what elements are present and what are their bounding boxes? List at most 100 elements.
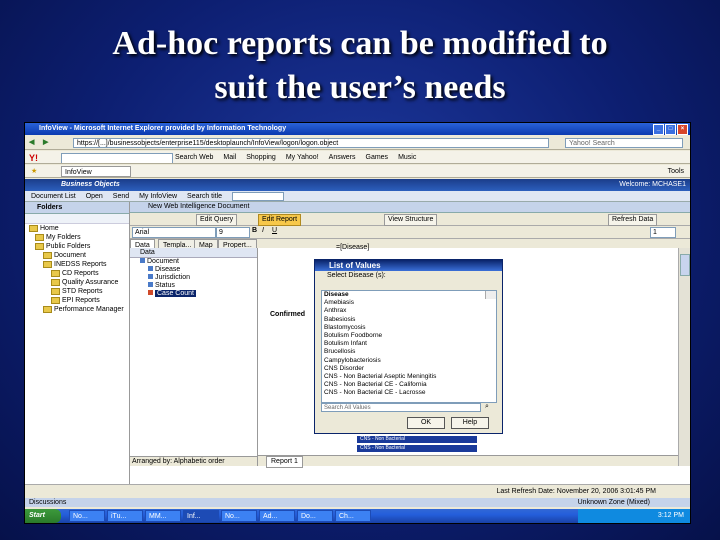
- slide-title-line2: suit the user’s needs: [214, 69, 506, 106]
- list-item[interactable]: Brucellosis: [322, 348, 496, 356]
- close-icon[interactable]: ×: [677, 124, 688, 135]
- yahoo-toolbar-search[interactable]: [61, 153, 173, 163]
- tree-label: STD Reports: [62, 288, 103, 295]
- font-select[interactable]: Arial: [132, 227, 216, 238]
- ok-button[interactable]: OK: [407, 417, 445, 429]
- title-search-input[interactable]: [232, 191, 285, 201]
- list-item[interactable]: CNS Disorder: [322, 365, 496, 373]
- underline-icon[interactable]: U: [272, 227, 277, 234]
- report-scrollbar[interactable]: [678, 248, 690, 466]
- tree-label: My Folders: [46, 234, 81, 241]
- favorites-star-icon[interactable]: ★: [31, 165, 37, 177]
- tree-item-document[interactable]: Document: [25, 251, 129, 260]
- list-item[interactable]: CNS - Non Bacterial Aseptic Meningitis: [322, 373, 496, 381]
- data-item-document[interactable]: Document: [130, 258, 257, 266]
- webi-header: New Web Intelligence Document: [130, 202, 690, 213]
- tree-item-performance-manager[interactable]: Performance Manager: [25, 305, 129, 314]
- tree-item-cd-reports[interactable]: CD Reports: [25, 269, 129, 278]
- data-item-status[interactable]: Status: [130, 282, 257, 290]
- yahoo-item-mail[interactable]: Mail: [223, 151, 236, 163]
- yahoo-item-search-web[interactable]: Search Web: [175, 151, 213, 163]
- address-input[interactable]: https://[...]/businessobjects/enterprise…: [73, 138, 549, 148]
- yahoo-item-answers[interactable]: Answers: [329, 151, 356, 163]
- confirmed-label: Confirmed: [270, 311, 305, 318]
- list-item[interactable]: Botulism Infant: [322, 340, 496, 348]
- format-toolbar: Arial 9 B I U 1: [130, 226, 690, 239]
- data-label: Jurisdiction: [155, 274, 191, 281]
- italic-icon[interactable]: I: [262, 227, 264, 234]
- maximize-icon[interactable]: □: [665, 124, 676, 135]
- yahoo-logo[interactable]: Y!: [29, 152, 38, 163]
- list-item[interactable]: Blastomycosis: [322, 324, 496, 332]
- bold-icon[interactable]: B: [252, 227, 257, 234]
- tree-item-home[interactable]: Home: [25, 224, 129, 233]
- yahoo-items: Search Web Mail Shopping My Yahoo! Answe…: [175, 151, 416, 163]
- taskbar-item-active[interactable]: Inf...: [183, 510, 219, 522]
- browser-tab[interactable]: InfoView: [61, 166, 131, 177]
- data-item-jurisdiction[interactable]: Jurisdiction: [130, 274, 257, 282]
- list-item[interactable]: CNS - Non Bacterial CE - Lacrosse: [322, 389, 496, 397]
- yahoo-item-music[interactable]: Music: [398, 151, 416, 163]
- values-search-input[interactable]: Search All Values: [321, 403, 481, 412]
- tree-label: Performance Manager: [54, 306, 124, 313]
- start-button[interactable]: Start: [25, 509, 61, 523]
- yahoo-item-shopping[interactable]: Shopping: [246, 151, 276, 163]
- tree-item-std-reports[interactable]: STD Reports: [25, 287, 129, 296]
- nav-open[interactable]: Open: [86, 193, 103, 200]
- data-item-disease[interactable]: Disease: [130, 266, 257, 274]
- view-structure-button[interactable]: View Structure: [384, 214, 438, 226]
- list-scrollbar[interactable]: [485, 291, 496, 300]
- list-item[interactable]: Botulism Foodborne: [322, 332, 496, 340]
- taskbar-item[interactable]: iTu...: [107, 510, 143, 522]
- help-button[interactable]: Help: [451, 417, 489, 429]
- tree-item-quality-assurance[interactable]: Quality Assurance: [25, 278, 129, 287]
- taskbar-item[interactable]: No...: [221, 510, 257, 522]
- welcome-text: Welcome: MCHASE1: [619, 181, 686, 188]
- nav-document-list[interactable]: Document List: [31, 193, 76, 200]
- folder-icon: [35, 242, 44, 250]
- binoculars-icon[interactable]: ⌕: [485, 403, 489, 411]
- clock: 3:12 PM: [657, 512, 684, 519]
- discussions-bar[interactable]: Discussions Unknown Zone (Mixed): [25, 498, 690, 507]
- page-number-input[interactable]: 1: [650, 227, 676, 238]
- disease-formula: =[Disease]: [336, 244, 370, 251]
- yahoo-item-games[interactable]: Games: [366, 151, 389, 163]
- nav-send[interactable]: Send: [113, 193, 129, 200]
- arranged-by[interactable]: Arranged by: Alphabetic order: [130, 456, 257, 466]
- refresh-data-button[interactable]: Refresh Data: [608, 214, 658, 226]
- edit-report-button[interactable]: Edit Report: [258, 214, 302, 226]
- tools-menu[interactable]: Tools: [668, 165, 684, 177]
- data-label: Document: [147, 258, 179, 265]
- folder-icon: [29, 224, 38, 232]
- tree-item-public-folders[interactable]: Public Folders: [25, 242, 129, 251]
- scroll-thumb[interactable]: [680, 254, 690, 276]
- back-icon[interactable]: ◀: [29, 138, 34, 146]
- list-item[interactable]: Anthrax: [322, 307, 496, 315]
- tree-item-inedss-reports[interactable]: INEDSS Reports: [25, 260, 129, 269]
- values-list[interactable]: Disease Amebiasis Anthrax Babesiosis Bla…: [321, 290, 497, 403]
- list-item[interactable]: CNS - Non Bacterial CE - California: [322, 381, 496, 389]
- table-cell[interactable]: CNS - Non Bacterial: [357, 445, 477, 452]
- list-item[interactable]: Babesiosis: [322, 316, 496, 324]
- data-item-case-count[interactable]: Case Count: [130, 290, 257, 298]
- taskbar-item[interactable]: No...: [69, 510, 105, 522]
- nav-my-infoview[interactable]: My InfoView: [139, 193, 177, 200]
- tree-item-epi-reports[interactable]: EPI Reports: [25, 296, 129, 305]
- taskbar-item[interactable]: Do...: [297, 510, 333, 522]
- zone-text: Unknown Zone (Mixed): [577, 499, 650, 506]
- taskbar-item[interactable]: MM...: [145, 510, 181, 522]
- forward-icon[interactable]: ▶: [43, 138, 48, 146]
- yahoo-item-my-yahoo[interactable]: My Yahoo!: [286, 151, 319, 163]
- minimize-icon[interactable]: _: [653, 124, 664, 135]
- edit-query-button[interactable]: Edit Query: [196, 214, 238, 226]
- taskbar-item[interactable]: Ch...: [335, 510, 371, 522]
- font-size-select[interactable]: 9: [216, 227, 250, 238]
- tree-item-my-folders[interactable]: My Folders: [25, 233, 129, 242]
- list-item[interactable]: Amebiasis: [322, 299, 496, 307]
- table-cell[interactable]: CNS - Non Bacterial: [357, 436, 477, 443]
- yahoo-search-input[interactable]: Yahoo! Search: [565, 138, 683, 148]
- report-tab[interactable]: Report 1: [266, 456, 303, 468]
- folder-icon: [51, 278, 60, 286]
- list-item[interactable]: Campylobacteriosis: [322, 357, 496, 365]
- taskbar-item[interactable]: Ad...: [259, 510, 295, 522]
